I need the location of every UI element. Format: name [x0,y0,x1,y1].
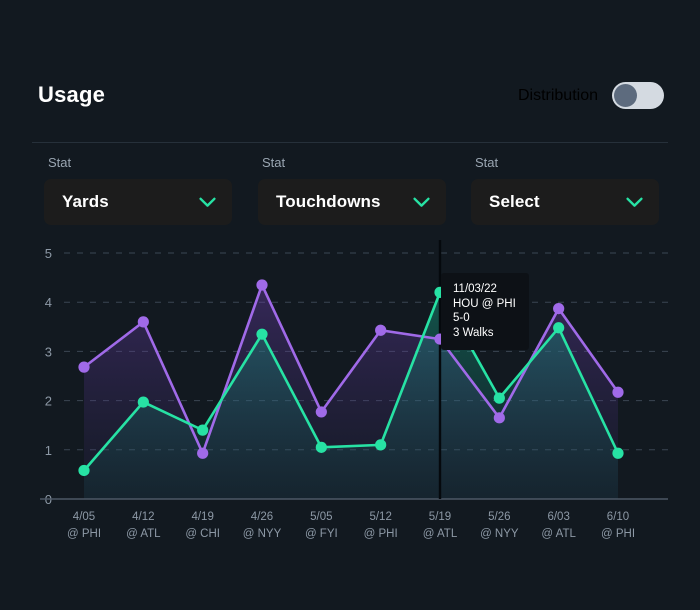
data-point[interactable] [493,412,505,424]
chart-gridlines [64,252,668,451]
chevron-down-icon [413,197,430,208]
series-area-2 [84,292,618,499]
chevron-down-icon [199,197,216,208]
y-axis-tick-label: 2 [45,394,52,409]
x-axis-tick-opponent: @ NYY [480,528,519,540]
data-point[interactable] [553,322,565,334]
x-axis-tick-date: 6/10 [607,511,629,523]
data-point[interactable] [137,396,149,408]
x-axis-tick-opponent: @ FYI [305,528,338,540]
data-point[interactable] [315,441,327,453]
y-axis-tick-label: 3 [45,344,52,359]
tooltip-score: 5-0 [453,312,470,324]
chart-series-lines [82,283,620,472]
stat-selector-1-dropdown[interactable]: Yards [44,179,232,225]
x-axis-tick-date: 4/19 [191,511,213,523]
series-line-1 [82,283,620,455]
page-title: Usage [38,82,106,107]
tooltip-matchup: HOU @ PHI [453,297,516,310]
x-axis-tick-date: 5/05 [310,511,332,523]
data-point[interactable] [256,328,268,340]
chart-tooltip: 11/03/22 HOU @ PHI 5-0 3 Walks [441,273,529,350]
data-point[interactable] [256,279,268,291]
chart-y-axis-labels: 0 1 2 3 4 5 [45,246,52,507]
x-axis-tick-date: 4/26 [251,511,273,523]
stat-selector-3: Stat Select [471,155,659,225]
chart-series-points [78,279,624,477]
stat-selector-1-label: Stat [48,155,72,170]
tooltip-detail: 3 Walks [453,326,494,339]
x-axis-tick-opponent: @ PHI [67,528,101,540]
data-point[interactable] [197,424,209,436]
series-area-1 [84,284,618,499]
y-axis-tick-label: 0 [45,492,52,507]
data-point[interactable] [315,406,327,418]
stat-selector-3-value: Select [489,192,540,211]
x-axis-tick-date: 6/03 [547,511,569,523]
data-point[interactable] [78,464,90,477]
data-point[interactable] [137,316,149,328]
data-point[interactable] [553,302,565,315]
chevron-down-icon [626,197,643,208]
x-axis-tick-date: 5/19 [429,511,451,523]
x-axis-tick-opponent: @ NYY [243,528,282,540]
header-divider [32,142,668,143]
tooltip-date: 11/03/22 [453,283,497,295]
stat-selector-3-label: Stat [475,155,499,170]
x-axis-tick-opponent: @ PHI [601,528,635,540]
stat-selector-2-label: Stat [262,155,286,170]
toggle-knob [614,84,637,107]
chart-series-areas [84,284,618,499]
x-axis-tick-opponent: @ ATL [423,528,458,540]
data-point[interactable] [612,447,624,459]
x-axis-tick-date: 4/05 [73,511,95,523]
stat-selector-2-dropdown[interactable]: Touchdowns [258,179,446,225]
stat-selector-1: Stat Yards [44,155,232,225]
distribution-toggle[interactable] [612,82,664,109]
series-line-2 [82,291,620,472]
chart-x-axis-labels: 4/05 @ PHI 4/12 @ ATL 4/19 @ CHI 4/26 @ NYY 5/05… [67,511,635,540]
x-axis-tick-opponent: @ ATL [541,528,576,540]
x-axis-tick-date: 4/12 [132,511,154,523]
data-point[interactable] [375,439,387,451]
data-point[interactable] [197,447,209,459]
x-axis-tick-date: 5/26 [488,511,510,523]
stat-selector-1-value: Yards [62,192,109,211]
stat-selector-2: Stat Touchdowns [258,155,446,225]
stat-selector-2-value: Touchdowns [276,192,381,211]
y-axis-tick-label: 4 [45,295,52,310]
x-axis-tick-opponent: @ PHI [364,528,398,540]
data-point[interactable] [375,324,387,336]
distribution-control: Distribution [518,82,664,109]
y-axis-tick-label: 1 [45,443,52,458]
y-axis-tick-label: 5 [45,246,52,261]
data-point[interactable] [612,386,624,398]
stat-selector-row: Stat Yards Stat Touchdowns Stat Select [0,155,700,230]
data-point[interactable] [78,361,90,373]
x-axis-tick-opponent: @ CHI [185,528,220,540]
x-axis-tick-opponent: @ ATL [126,528,161,540]
x-axis-tick-date: 5/12 [369,511,391,523]
distribution-label: Distribution [517,86,598,104]
data-point[interactable] [493,392,505,404]
stat-selector-3-dropdown[interactable]: Select [471,179,659,225]
panel-header: Usage Distribution [0,0,700,142]
